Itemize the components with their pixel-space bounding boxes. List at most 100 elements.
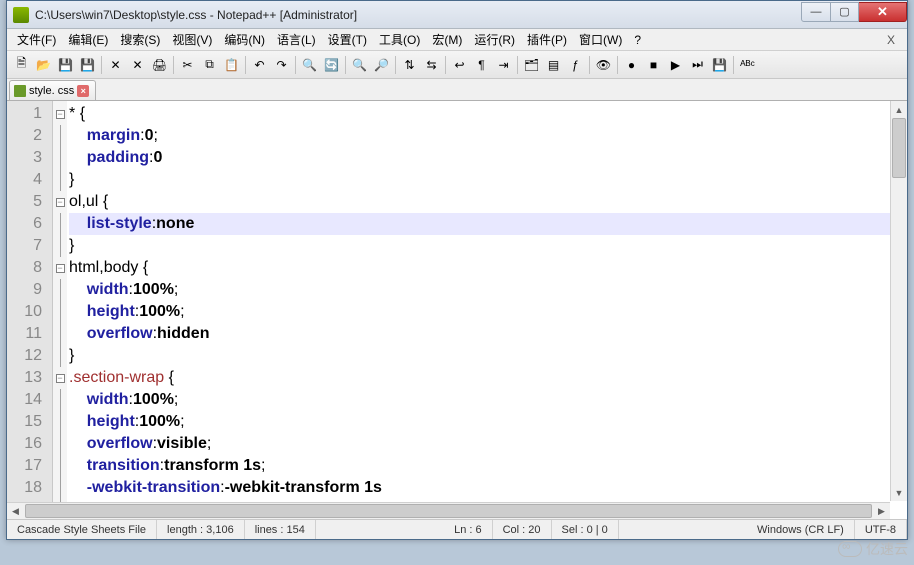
line-number[interactable]: 16 bbox=[7, 433, 52, 455]
save-all-button[interactable]: 💾 bbox=[77, 54, 98, 75]
line-number-gutter[interactable]: 12345678910111213141516171819 bbox=[7, 101, 53, 519]
titlebar[interactable]: C:\Users\win7\Desktop\style.css - Notepa… bbox=[7, 1, 907, 29]
menu-item-4[interactable]: 编码(N) bbox=[218, 29, 271, 50]
find-button[interactable]: 🔍 bbox=[299, 54, 320, 75]
code-line[interactable]: transition:transform 1s; bbox=[69, 455, 907, 477]
scroll-right-button[interactable]: ▶ bbox=[873, 503, 890, 519]
close-button[interactable]: ✕ bbox=[105, 54, 126, 75]
stop-button[interactable]: ■ bbox=[643, 54, 664, 75]
line-number[interactable]: 14 bbox=[7, 389, 52, 411]
play-button[interactable]: ▶ bbox=[665, 54, 686, 75]
zoom-out-button[interactable]: 🔎 bbox=[371, 54, 392, 75]
play-multi-button[interactable]: ⏭ bbox=[687, 54, 708, 75]
scroll-down-button[interactable]: ▼ bbox=[891, 484, 907, 501]
fold-cell[interactable]: − bbox=[53, 257, 67, 279]
scroll-left-button[interactable]: ◀ bbox=[7, 503, 24, 519]
menu-item-8[interactable]: 宏(M) bbox=[426, 29, 468, 50]
line-number[interactable]: 18 bbox=[7, 477, 52, 499]
line-number[interactable]: 13 bbox=[7, 367, 52, 389]
print-button[interactable]: 🖨 bbox=[149, 54, 170, 75]
line-number[interactable]: 9 bbox=[7, 279, 52, 301]
line-number[interactable]: 17 bbox=[7, 455, 52, 477]
fold-cell[interactable] bbox=[53, 213, 67, 235]
horizontal-scrollbar[interactable]: ◀ ▶ bbox=[7, 502, 890, 519]
line-number[interactable]: 3 bbox=[7, 147, 52, 169]
fold-cell[interactable] bbox=[53, 345, 67, 367]
menu-item-12[interactable]: ? bbox=[628, 31, 647, 49]
code-line[interactable]: } bbox=[69, 345, 907, 367]
record-button[interactable]: ● bbox=[621, 54, 642, 75]
scroll-up-button[interactable]: ▲ bbox=[891, 101, 907, 118]
code-line[interactable]: padding:0 bbox=[69, 147, 907, 169]
fold-cell[interactable] bbox=[53, 301, 67, 323]
code-line[interactable]: width:100%; bbox=[69, 279, 907, 301]
menu-item-0[interactable]: 文件(F) bbox=[11, 29, 62, 50]
fold-cell[interactable] bbox=[53, 477, 67, 499]
close-all-button[interactable]: ✕ bbox=[127, 54, 148, 75]
code-line[interactable]: margin:0; bbox=[69, 125, 907, 147]
sync-h-button[interactable]: ⇆ bbox=[421, 54, 442, 75]
wrap-button[interactable]: ↩ bbox=[449, 54, 470, 75]
maximize-button[interactable]: ▢ bbox=[831, 2, 859, 22]
paste-button[interactable]: 📋 bbox=[221, 54, 242, 75]
fold-cell[interactable] bbox=[53, 235, 67, 257]
fold-cell[interactable] bbox=[53, 169, 67, 191]
line-number[interactable]: 11 bbox=[7, 323, 52, 345]
indent-button[interactable]: ⇥ bbox=[493, 54, 514, 75]
cut-button[interactable]: ✂ bbox=[177, 54, 198, 75]
all-chars-button[interactable]: ¶ bbox=[471, 54, 492, 75]
code-line[interactable]: list-style:none bbox=[69, 213, 907, 235]
code-line[interactable]: } bbox=[69, 235, 907, 257]
code-line[interactable]: overflow:hidden bbox=[69, 323, 907, 345]
menubar-close-button[interactable]: X bbox=[879, 33, 903, 47]
line-number[interactable]: 6 bbox=[7, 213, 52, 235]
monitor-button[interactable]: 👁 bbox=[593, 54, 614, 75]
code-editor[interactable]: * { margin:0; padding:0}ol,ul { list-sty… bbox=[67, 101, 907, 519]
redo-button[interactable]: ↷ bbox=[271, 54, 292, 75]
copy-button[interactable]: ⧉ bbox=[199, 54, 220, 75]
fold-cell[interactable] bbox=[53, 455, 67, 477]
zoom-in-button[interactable]: 🔍 bbox=[349, 54, 370, 75]
menu-item-2[interactable]: 搜索(S) bbox=[114, 29, 166, 50]
tab-close-button[interactable]: × bbox=[77, 85, 89, 97]
status-encoding[interactable]: UTF-8 bbox=[855, 520, 907, 539]
fold-cell[interactable] bbox=[53, 389, 67, 411]
code-line[interactable]: .section-wrap { bbox=[69, 367, 907, 389]
new-file-button[interactable]: 🗎 bbox=[11, 54, 32, 75]
close-button[interactable]: ✕ bbox=[859, 2, 907, 22]
fold-cell[interactable] bbox=[53, 279, 67, 301]
save-button[interactable]: 💾 bbox=[55, 54, 76, 75]
menu-item-10[interactable]: 插件(P) bbox=[521, 29, 573, 50]
line-number[interactable]: 5 bbox=[7, 191, 52, 213]
fold-cell[interactable] bbox=[53, 125, 67, 147]
func-list-button[interactable]: ƒ bbox=[565, 54, 586, 75]
code-line[interactable]: width:100%; bbox=[69, 389, 907, 411]
menu-item-1[interactable]: 编辑(E) bbox=[62, 29, 114, 50]
horizontal-scroll-thumb[interactable] bbox=[25, 504, 872, 518]
editor-area[interactable]: 12345678910111213141516171819 −−−− * { m… bbox=[7, 101, 907, 519]
code-line[interactable]: -webkit-transition:-webkit-transform 1s bbox=[69, 477, 907, 499]
code-line[interactable]: ol,ul { bbox=[69, 191, 907, 213]
fold-cell[interactable] bbox=[53, 433, 67, 455]
vertical-scrollbar[interactable]: ▲ ▼ bbox=[890, 101, 907, 501]
line-number[interactable]: 7 bbox=[7, 235, 52, 257]
code-line[interactable]: } bbox=[69, 169, 907, 191]
line-number[interactable]: 12 bbox=[7, 345, 52, 367]
code-line[interactable]: * { bbox=[69, 103, 907, 125]
fold-cell[interactable]: − bbox=[53, 103, 67, 125]
code-line[interactable]: height:100%; bbox=[69, 301, 907, 323]
fold-cell[interactable] bbox=[53, 147, 67, 169]
line-number[interactable]: 1 bbox=[7, 103, 52, 125]
menu-item-3[interactable]: 视图(V) bbox=[166, 29, 218, 50]
status-eol[interactable]: Windows (CR LF) bbox=[747, 520, 855, 539]
code-line[interactable]: html,body { bbox=[69, 257, 907, 279]
line-number[interactable]: 2 bbox=[7, 125, 52, 147]
line-number[interactable]: 10 bbox=[7, 301, 52, 323]
fold-cell[interactable] bbox=[53, 323, 67, 345]
menu-item-11[interactable]: 窗口(W) bbox=[573, 29, 628, 50]
menu-item-6[interactable]: 设置(T) bbox=[322, 29, 373, 50]
sync-v-button[interactable]: ⇅ bbox=[399, 54, 420, 75]
doc-map-button[interactable]: ▤ bbox=[543, 54, 564, 75]
undo-button[interactable]: ↶ bbox=[249, 54, 270, 75]
minimize-button[interactable]: — bbox=[801, 2, 831, 22]
